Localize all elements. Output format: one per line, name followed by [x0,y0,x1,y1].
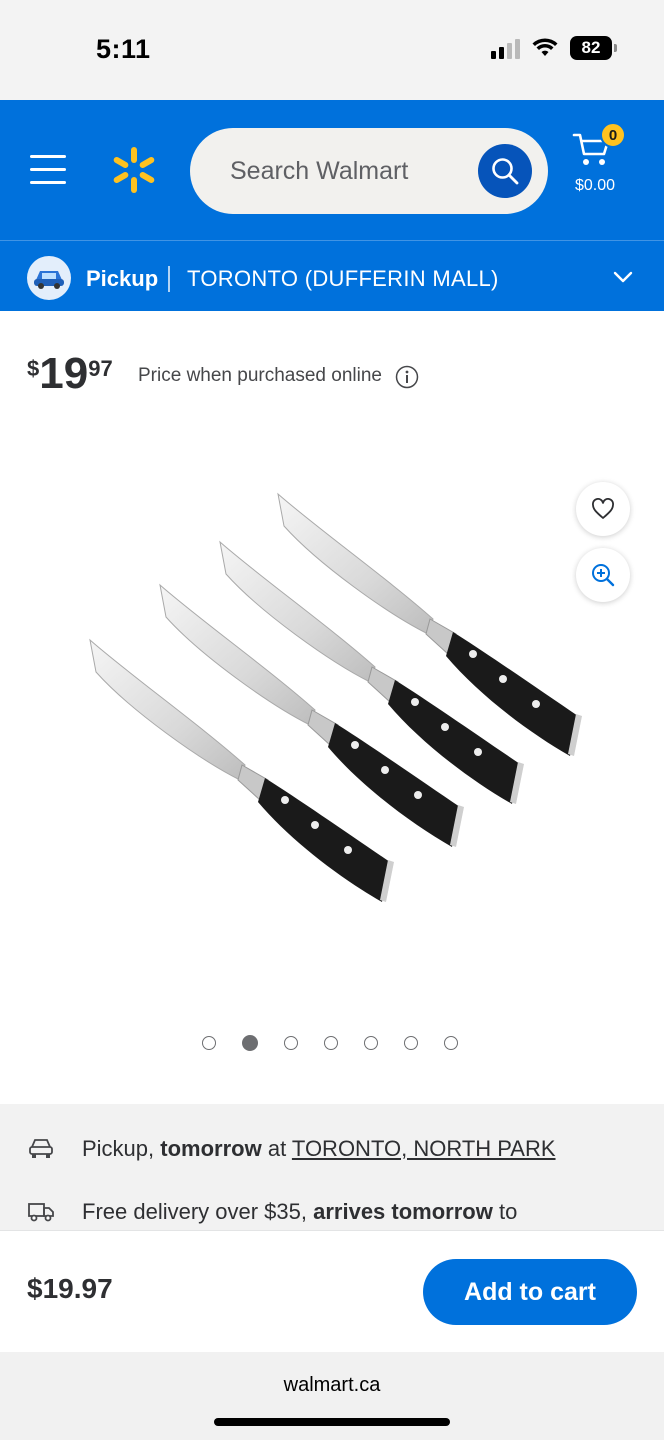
url-text: walmart.ca [283,1374,381,1396]
carousel-dot[interactable] [202,1036,216,1050]
car-icon [27,256,71,300]
price-note: Price when purchased online [138,365,382,386]
carousel-dot[interactable] [404,1036,418,1050]
status-icons: 82 [491,36,617,60]
heart-icon [592,498,614,519]
status-time: 5:11 [96,34,151,64]
pickup-store-selector[interactable]: Pickup TORONTO (DUFFERIN MALL) [0,240,664,311]
delivery-text: Free delivery over $35, arrives tomorrow… [82,1199,518,1224]
search-input[interactable] [230,148,470,194]
pickup-text: Pickup, tomorrow at TORONTO, NORTH PARK [82,1136,556,1161]
home-indicator[interactable] [214,1418,450,1426]
carousel-dot[interactable] [444,1036,458,1050]
wifi-icon [532,38,558,56]
price-cents: 97 [88,356,113,381]
favorite-button[interactable] [576,482,630,536]
zoom-button[interactable] [576,548,630,602]
pickup-store-link[interactable]: TORONTO, NORTH PARK [292,1136,556,1161]
search-bar[interactable] [190,128,548,214]
fulfillment-mode-label: Pickup [86,266,159,291]
carousel-dot[interactable] [284,1036,298,1050]
info-icon[interactable] [395,365,419,389]
walmart-spark-logo-icon[interactable] [110,146,158,194]
add-to-cart-button[interactable]: Add to cart [423,1259,637,1325]
bottom-action-bar: $19.97 Add to cart [0,1230,664,1352]
carousel-dot[interactable] [364,1036,378,1050]
carousel-dot[interactable] [324,1036,338,1050]
chevron-down-icon[interactable] [612,270,634,284]
browser-url-bar[interactable]: walmart.ca [0,1352,664,1440]
price-currency: $ [27,356,40,381]
product-price: $ 19 97 [27,352,113,396]
divider [168,266,170,292]
search-button[interactable] [478,144,532,198]
battery-indicator: 82 [570,36,617,60]
fulfillment-options: Pickup, tomorrow at TORONTO, NORTH PARK … [0,1104,664,1230]
delivery-truck-icon [28,1203,54,1222]
car-icon [29,1139,53,1158]
carousel-dot-active[interactable] [242,1035,258,1051]
pickup-option: Pickup, tomorrow at TORONTO, NORTH PARK [0,1128,664,1168]
price-dollars: 19 [39,349,89,398]
cart-button[interactable]: 0 $0.00 [572,122,632,202]
cart-count-badge: 0 [600,122,626,148]
zoom-in-icon [592,564,615,587]
delivery-option: Free delivery over $35, arrives tomorrow… [0,1191,664,1231]
product-image[interactable] [60,470,600,960]
status-bar: 5:11 82 [0,0,664,100]
sticky-price: $19.97 [27,1273,113,1304]
store-name: TORONTO (DUFFERIN MALL) [187,266,499,291]
cellular-signal-icon [491,37,520,59]
hamburger-menu-icon[interactable] [30,155,66,185]
cart-total: $0.00 [575,177,616,194]
image-carousel-dots [202,1035,458,1051]
search-icon [492,158,519,185]
